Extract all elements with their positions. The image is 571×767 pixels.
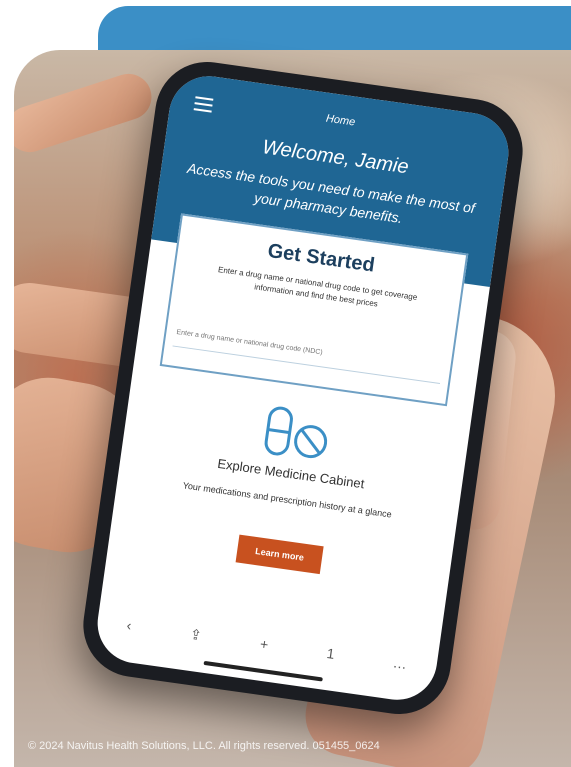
add-tab-icon[interactable]: + — [259, 636, 269, 653]
tabs-icon[interactable]: 1 — [326, 645, 336, 662]
back-icon[interactable]: ‹ — [126, 617, 133, 633]
learn-more-button[interactable]: Learn more — [235, 534, 324, 575]
phone-screen: Home Welcome, Jamie Access the tools you… — [92, 71, 514, 705]
pills-icon — [264, 406, 328, 459]
share-icon[interactable]: ⇪ — [189, 625, 203, 643]
drug-search-input[interactable] — [172, 317, 444, 385]
left-index-finger — [14, 67, 158, 159]
copyright-text: © 2024 Navitus Health Solutions, LLC. Al… — [28, 740, 380, 752]
more-icon[interactable]: … — [392, 654, 408, 672]
